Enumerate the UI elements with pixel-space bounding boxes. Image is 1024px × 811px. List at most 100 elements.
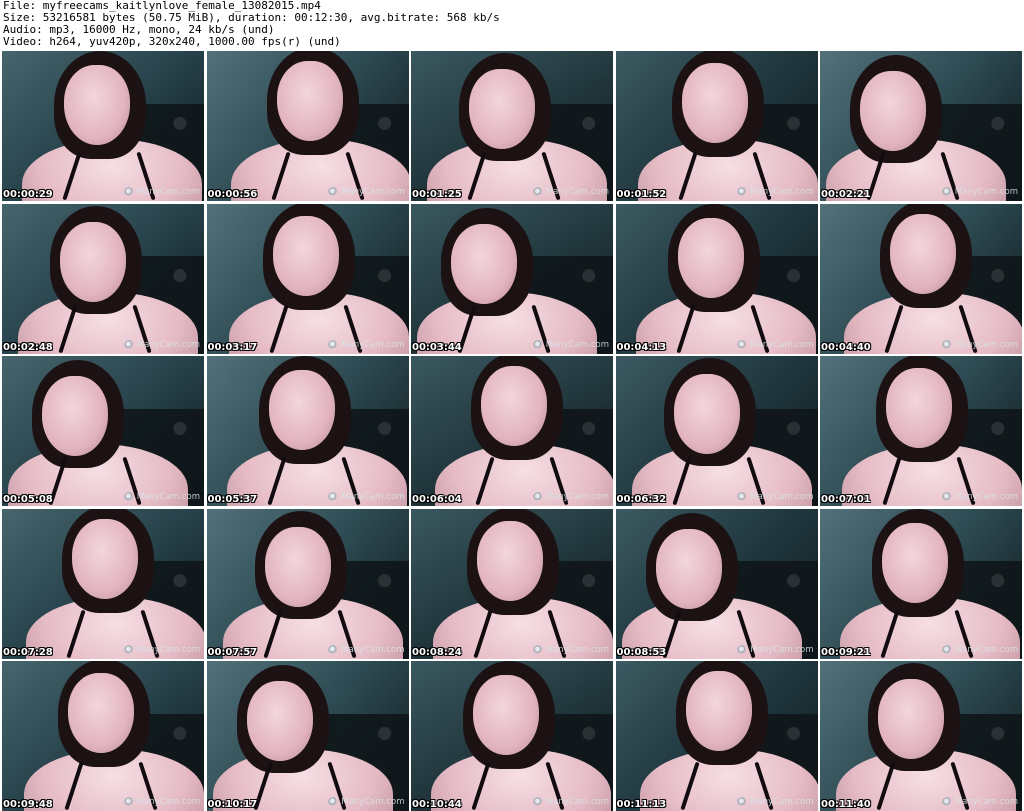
webcam-icon	[941, 797, 953, 807]
watermark-text: ManyCam.com	[750, 492, 814, 502]
watermark-text: ManyCam.com	[954, 187, 1018, 197]
frame-timestamp: 00:11:40	[821, 799, 871, 810]
webcam-icon	[328, 339, 340, 350]
frame-timestamp: 00:05:37	[207, 494, 258, 505]
webcam-frame-image	[411, 204, 613, 354]
webcam-icon	[941, 187, 953, 197]
webcam-frame-image	[616, 509, 818, 659]
watermark-text: ManyCam.com	[545, 187, 609, 197]
thumbnail-grid: ManyCam.com 00:00:29 ManyCam.com 00:00:56 Ma…	[2, 51, 1022, 811]
frame-timestamp: 00:08:53	[616, 646, 667, 658]
webcam-frame-image	[820, 203, 1022, 354]
webcam-frame-image	[616, 51, 818, 201]
manycam-watermark: ManyCam.com	[737, 339, 814, 350]
watermark-text: ManyCam.com	[136, 339, 200, 350]
webcam-frame-image	[2, 508, 204, 659]
thumbnail-frame: ManyCam.com 00:05:08	[2, 356, 204, 506]
thumbnail-frame: ManyCam.com 00:05:37	[206, 356, 409, 506]
frame-timestamp: 00:07:57	[207, 646, 258, 658]
watermark-text: ManyCam.com	[750, 339, 814, 350]
thumbnail-frame: ManyCam.com 00:00:29	[2, 51, 204, 201]
webcam-frame-image	[207, 203, 409, 354]
webcam-icon	[737, 187, 749, 197]
webcam-frame-image	[616, 203, 818, 354]
webcam-frame-image	[411, 51, 613, 201]
manycam-watermark: ManyCam.com	[737, 644, 814, 655]
webcam-frame-image	[820, 661, 1022, 811]
manycam-watermark: ManyCam.com	[123, 644, 200, 655]
webcam-frame-image	[2, 661, 204, 811]
webcam-frame-image	[207, 661, 409, 811]
webcam-icon	[532, 492, 544, 502]
thumbnail-frame: ManyCam.com 00:01:25	[411, 51, 613, 201]
webcam-icon	[123, 187, 135, 197]
frame-timestamp: 00:11:13	[616, 799, 667, 810]
thumbnail-frame: ManyCam.com 00:10:17	[206, 661, 409, 811]
watermark-text: ManyCam.com	[136, 187, 200, 197]
manycam-watermark: ManyCam.com	[328, 644, 405, 655]
thumbnail-frame: ManyCam.com 00:07:28	[2, 508, 204, 659]
webcam-frame-image	[207, 509, 409, 659]
thumbnail-frame: ManyCam.com 00:02:48	[2, 203, 204, 354]
frame-timestamp: 00:09:21	[821, 646, 871, 658]
webcam-icon	[532, 339, 544, 350]
thumbnail-frame: ManyCam.com 00:09:48	[2, 661, 204, 811]
manycam-watermark: ManyCam.com	[532, 187, 609, 197]
watermark-text: ManyCam.com	[341, 339, 405, 350]
manycam-watermark: ManyCam.com	[123, 187, 200, 197]
watermark-text: ManyCam.com	[954, 797, 1018, 807]
frame-timestamp: 00:08:24	[412, 646, 462, 658]
webcam-frame-image	[820, 508, 1022, 659]
webcam-icon	[123, 492, 135, 502]
thumbnail-frame: ManyCam.com 00:11:40	[820, 661, 1022, 811]
manycam-watermark: ManyCam.com	[123, 492, 200, 502]
manycam-watermark: ManyCam.com	[123, 339, 200, 350]
webcam-icon	[737, 339, 749, 350]
webcam-icon	[737, 797, 749, 807]
frame-timestamp: 00:09:48	[3, 799, 53, 810]
watermark-text: ManyCam.com	[136, 797, 200, 807]
watermark-text: ManyCam.com	[341, 797, 405, 807]
webcam-frame-image	[616, 661, 818, 811]
thumbnail-frame: ManyCam.com 00:04:40	[820, 203, 1022, 354]
frame-timestamp: 00:00:56	[207, 189, 258, 200]
frame-timestamp: 00:10:44	[412, 799, 462, 810]
webcam-icon	[123, 644, 135, 655]
webcam-frame-image	[616, 356, 818, 506]
thumbnail-frame: ManyCam.com 00:11:13	[615, 661, 818, 811]
thumbnail-frame: ManyCam.com 00:06:32	[615, 356, 818, 506]
frame-timestamp: 00:03:17	[207, 341, 258, 353]
watermark-text: ManyCam.com	[545, 339, 609, 350]
watermark-text: ManyCam.com	[750, 644, 814, 655]
thumbnail-frame: ManyCam.com 00:03:44	[411, 203, 613, 354]
webcam-frame-image	[2, 51, 204, 201]
frame-timestamp: 00:10:17	[207, 799, 258, 810]
watermark-text: ManyCam.com	[545, 492, 609, 502]
webcam-icon	[941, 339, 953, 350]
manycam-watermark: ManyCam.com	[328, 797, 405, 807]
webcam-icon	[123, 339, 135, 350]
thumbnail-frame: ManyCam.com 00:01:52	[615, 51, 818, 201]
webcam-icon	[941, 492, 953, 502]
thumbnail-frame: ManyCam.com 00:07:01	[820, 356, 1022, 506]
frame-timestamp: 00:00:29	[3, 189, 53, 200]
watermark-text: ManyCam.com	[136, 644, 200, 655]
watermark-text: ManyCam.com	[954, 339, 1018, 350]
watermark-text: ManyCam.com	[545, 644, 609, 655]
webcam-frame-image	[207, 51, 409, 201]
webcam-icon	[737, 644, 749, 655]
webcam-icon	[941, 644, 953, 655]
watermark-text: ManyCam.com	[750, 187, 814, 197]
thumbnail-frame: ManyCam.com 00:10:44	[411, 661, 613, 811]
webcam-icon	[328, 187, 340, 197]
manycam-watermark: ManyCam.com	[328, 187, 405, 197]
manycam-watermark: ManyCam.com	[328, 339, 405, 350]
manycam-watermark: ManyCam.com	[737, 187, 814, 197]
watermark-text: ManyCam.com	[341, 492, 405, 502]
webcam-frame-image	[820, 51, 1022, 201]
frame-timestamp: 00:02:21	[821, 189, 871, 200]
watermark-text: ManyCam.com	[136, 492, 200, 502]
webcam-icon	[532, 644, 544, 655]
frame-timestamp: 00:06:32	[616, 494, 667, 505]
thumbnail-frame: ManyCam.com 00:07:57	[206, 508, 409, 659]
